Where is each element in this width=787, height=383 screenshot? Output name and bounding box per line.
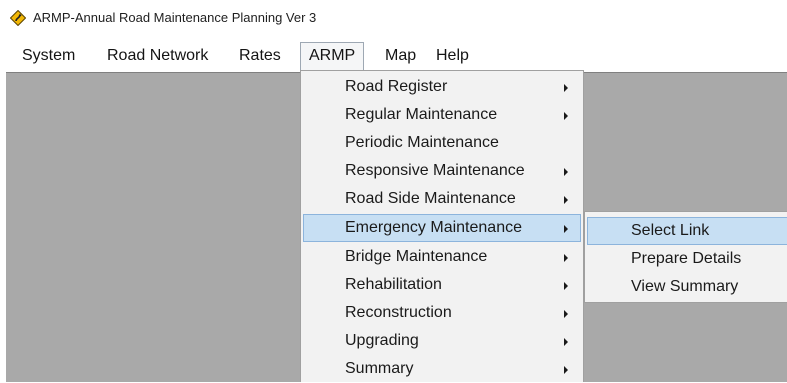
- menu-item-label: Bridge Maintenance: [345, 248, 488, 265]
- submenu-arrow-icon: [564, 84, 568, 92]
- submenu-item-label: Prepare Details: [631, 250, 742, 267]
- menu-road-network[interactable]: Road Network: [99, 43, 216, 69]
- submenu-item-label: Select Link: [631, 222, 710, 239]
- menu-item-upgrading[interactable]: Upgrading: [303, 327, 581, 355]
- window-title: ARMP-Annual Road Maintenance Planning Ve…: [33, 10, 317, 25]
- submenu-item-view-summary[interactable]: View Summary: [587, 273, 787, 301]
- submenu-item-label: View Summary: [631, 278, 739, 295]
- menu-rates[interactable]: Rates: [231, 43, 289, 69]
- submenu-arrow-icon: [564, 168, 568, 176]
- menu-system[interactable]: System: [14, 43, 83, 69]
- menu-item-periodic-maintenance[interactable]: Periodic Maintenance: [303, 129, 581, 157]
- menu-item-label: Periodic Maintenance: [345, 134, 499, 151]
- submenu-arrow-icon: [564, 254, 568, 262]
- menu-bar: System Road Network Rates ARMP Map Help: [0, 40, 787, 70]
- menu-item-summary[interactable]: Summary: [303, 355, 581, 383]
- menu-item-label: Road Register: [345, 78, 448, 95]
- menu-item-reconstruction[interactable]: Reconstruction: [303, 299, 581, 327]
- menu-item-label: Regular Maintenance: [345, 106, 498, 123]
- menu-item-label: Upgrading: [345, 332, 419, 349]
- submenu-arrow-icon: [564, 366, 568, 374]
- menu-item-label: Road Side Maintenance: [345, 190, 516, 207]
- menu-item-emergency-maintenance[interactable]: Emergency Maintenance: [303, 214, 581, 242]
- menu-item-label: Rehabilitation: [345, 276, 442, 293]
- menu-map[interactable]: Map: [377, 43, 424, 69]
- menu-item-label: Responsive Maintenance: [345, 162, 525, 179]
- title-bar: ARMP-Annual Road Maintenance Planning Ve…: [0, 0, 787, 40]
- submenu-arrow-icon: [564, 282, 568, 290]
- menu-item-label: Emergency Maintenance: [345, 219, 522, 236]
- submenu-arrow-icon: [564, 225, 568, 233]
- menu-item-bridge-maintenance[interactable]: Bridge Maintenance: [303, 243, 581, 271]
- menu-item-label: Reconstruction: [345, 304, 452, 321]
- submenu-arrow-icon: [564, 338, 568, 346]
- armp-dropdown-menu: Road Register Regular Maintenance Period…: [300, 70, 584, 382]
- emergency-maintenance-submenu: Select Link Prepare Details View Summary: [584, 211, 787, 303]
- menu-item-road-side-maintenance[interactable]: Road Side Maintenance: [303, 185, 581, 213]
- menu-item-regular-maintenance[interactable]: Regular Maintenance: [303, 101, 581, 129]
- submenu-item-prepare-details[interactable]: Prepare Details: [587, 245, 787, 273]
- road-sign-icon: [10, 10, 26, 26]
- submenu-item-select-link[interactable]: Select Link: [587, 217, 787, 245]
- menu-item-label: Summary: [345, 360, 414, 377]
- submenu-arrow-icon: [564, 310, 568, 318]
- menu-item-responsive-maintenance[interactable]: Responsive Maintenance: [303, 157, 581, 185]
- menu-help[interactable]: Help: [428, 43, 477, 69]
- menu-armp[interactable]: ARMP: [300, 42, 365, 70]
- menu-item-road-register[interactable]: Road Register: [303, 73, 581, 101]
- submenu-arrow-icon: [564, 112, 568, 120]
- submenu-arrow-icon: [564, 196, 568, 204]
- menu-item-rehabilitation[interactable]: Rehabilitation: [303, 271, 581, 299]
